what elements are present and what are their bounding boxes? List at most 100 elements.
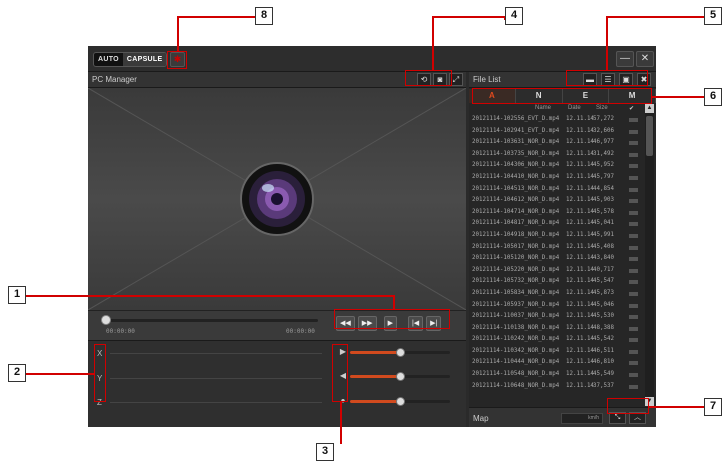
- mode-auto-button[interactable]: AUTO: [94, 53, 123, 66]
- file-list-title: File List: [473, 75, 501, 84]
- file-checkbox[interactable]: [629, 268, 638, 273]
- volume-slider-handle[interactable]: [396, 372, 405, 381]
- file-size: 45,530: [593, 313, 614, 320]
- file-row[interactable]: 20121114-104918_NOR_D.mp4 12.11.14 45,991: [469, 230, 645, 242]
- file-name: 20121114-102941_EVT_D.mp4: [472, 127, 560, 134]
- file-date: 12.11.14: [566, 243, 594, 250]
- file-name: 20121114-110444_NOR_D.mp4: [472, 359, 560, 366]
- callout-line-5: [606, 16, 608, 70]
- file-row[interactable]: 20121114-103631_NOR_D.mp4 12.11.14 46,977: [469, 137, 645, 149]
- callout-box-1: [334, 309, 450, 329]
- file-name: 20121114-102556_EVT_D.mp4: [472, 116, 560, 122]
- file-name: 20121114-105220_NOR_D.mp4: [472, 266, 560, 273]
- scroll-up-icon[interactable]: ▲: [645, 104, 654, 113]
- volume-slider[interactable]: [350, 372, 450, 381]
- file-checkbox[interactable]: [629, 291, 638, 296]
- file-row[interactable]: 20121114-105732_NOR_D.mp4 12.11.14 45,547: [469, 276, 645, 288]
- file-date: 12.11.14: [566, 208, 594, 215]
- file-list-scrollbar[interactable]: ▲ ▼: [645, 104, 654, 406]
- file-row[interactable]: 20121114-105834_NOR_D.mp4 12.11.14 45,873: [469, 288, 645, 300]
- file-checkbox[interactable]: [629, 152, 638, 157]
- callout-line-1: [26, 295, 394, 297]
- speed-slider[interactable]: [350, 348, 450, 357]
- file-row[interactable]: 20121114-110648_NOR_D.mp4 12.11.14 37,537: [469, 381, 645, 393]
- file-name: 20121114-105834_NOR_D.mp4: [472, 289, 560, 296]
- seek-bar[interactable]: [104, 319, 318, 322]
- file-checkbox[interactable]: [629, 199, 638, 204]
- brightness-slider-handle[interactable]: [396, 397, 405, 406]
- file-checkbox[interactable]: [629, 141, 638, 146]
- file-row[interactable]: 20121114-104817_NOR_D.mp4 12.11.14 45,041: [469, 218, 645, 230]
- file-size: 45,547: [593, 278, 614, 285]
- check-all-icon[interactable]: ✔: [629, 105, 634, 112]
- file-row[interactable]: 20121114-104306_NOR_D.mp4 12.11.14 45,952: [469, 160, 645, 172]
- file-row[interactable]: 20121114-105220_NOR_D.mp4 12.11.14 40,717: [469, 265, 645, 277]
- file-row[interactable]: 20121114-110037_NOR_D.mp4 12.11.14 45,530: [469, 311, 645, 323]
- file-name: 20121114-104513_NOR_D.mp4: [472, 185, 560, 192]
- file-checkbox[interactable]: [629, 129, 638, 134]
- column-size[interactable]: Size: [596, 105, 608, 111]
- file-size: 40,717: [593, 266, 614, 273]
- file-size: 45,041: [593, 220, 614, 227]
- file-checkbox[interactable]: [629, 210, 638, 215]
- file-row[interactable]: 20121114-110342_NOR_D.mp4 12.11.14 46,511: [469, 346, 645, 358]
- file-name: 20121114-104410_NOR_D.mp4: [472, 173, 560, 180]
- file-checkbox[interactable]: [629, 187, 638, 192]
- file-row[interactable]: 20121114-110548_NOR_D.mp4 12.11.14 45,549: [469, 369, 645, 381]
- file-row[interactable]: 20121114-102556_EVT_D.mp4 12.11.14 57,272: [469, 114, 645, 126]
- file-size: 45,873: [593, 289, 614, 296]
- file-date: 12.11.14: [566, 150, 594, 157]
- total-time: 00:00:00: [286, 328, 315, 335]
- speed-slider-handle[interactable]: [396, 348, 405, 357]
- file-row[interactable]: 20121114-105120_NOR_D.mp4 12.11.14 43,840: [469, 253, 645, 265]
- file-checkbox[interactable]: [629, 164, 638, 169]
- close-button[interactable]: ✕: [636, 51, 654, 67]
- file-checkbox[interactable]: [629, 349, 638, 354]
- file-date: 12.11.14: [566, 162, 594, 169]
- file-checkbox[interactable]: [629, 315, 638, 320]
- file-checkbox[interactable]: [629, 233, 638, 238]
- file-date: 12.11.14: [566, 359, 594, 366]
- file-row[interactable]: 20121114-105937_NOR_D.mp4 12.11.14 45,046: [469, 300, 645, 312]
- brightness-slider[interactable]: [350, 397, 450, 406]
- mode-capsule-button[interactable]: CAPSULE: [122, 53, 167, 66]
- file-checkbox[interactable]: [629, 118, 638, 122]
- file-checkbox[interactable]: [629, 245, 638, 250]
- file-row[interactable]: 20121114-104513_NOR_D.mp4 12.11.14 44,854: [469, 184, 645, 196]
- file-checkbox[interactable]: [629, 338, 638, 343]
- seek-handle[interactable]: [101, 315, 111, 325]
- file-checkbox[interactable]: [629, 222, 638, 227]
- file-name: 20121114-110037_NOR_D.mp4: [472, 313, 560, 320]
- file-row[interactable]: 20121114-104612_NOR_D.mp4 12.11.14 45,903: [469, 195, 645, 207]
- file-checkbox[interactable]: [629, 384, 638, 389]
- scroll-thumb[interactable]: [646, 116, 653, 156]
- minimize-button[interactable]: —: [616, 51, 634, 67]
- mode-toggle[interactable]: AUTO CAPSULE: [93, 52, 168, 67]
- file-checkbox[interactable]: [629, 361, 638, 366]
- file-checkbox[interactable]: [629, 326, 638, 331]
- callout-box-8: [167, 51, 187, 69]
- file-row[interactable]: 20121114-110242_NOR_D.mp4 12.11.14 45,542: [469, 334, 645, 346]
- file-checkbox[interactable]: [629, 373, 638, 378]
- callout-label-7: 7: [704, 398, 722, 416]
- current-time: 00:00:00: [106, 328, 135, 335]
- column-date[interactable]: Date: [568, 105, 581, 111]
- window-controls: — ✕: [616, 51, 654, 67]
- file-name: 20121114-110342_NOR_D.mp4: [472, 347, 560, 354]
- file-row[interactable]: 20121114-104714_NOR_D.mp4 12.11.14 45,578: [469, 207, 645, 219]
- column-name[interactable]: Name: [535, 105, 551, 111]
- file-checkbox[interactable]: [629, 303, 638, 308]
- file-row[interactable]: 20121114-110444_NOR_D.mp4 12.11.14 46,810: [469, 357, 645, 369]
- file-checkbox[interactable]: [629, 280, 638, 285]
- file-date: 12.11.14: [566, 371, 594, 378]
- video-viewport[interactable]: [88, 88, 466, 310]
- file-row[interactable]: 20121114-105017_NOR_D.mp4 12.11.14 45,408: [469, 242, 645, 254]
- callout-line-3: [340, 402, 342, 444]
- file-row[interactable]: 20121114-110138_NOR_D.mp4 12.11.14 48,388: [469, 323, 645, 335]
- file-row[interactable]: 20121114-104410_NOR_D.mp4 12.11.14 45,797: [469, 172, 645, 184]
- file-checkbox[interactable]: [629, 175, 638, 180]
- file-row[interactable]: 20121114-103735_NOR_D.mp4 12.11.14 31,492: [469, 149, 645, 161]
- file-checkbox[interactable]: [629, 257, 638, 262]
- file-row[interactable]: 20121114-102941_EVT_D.mp4 12.11.14 32,606: [469, 126, 645, 138]
- file-size: 45,549: [593, 371, 614, 378]
